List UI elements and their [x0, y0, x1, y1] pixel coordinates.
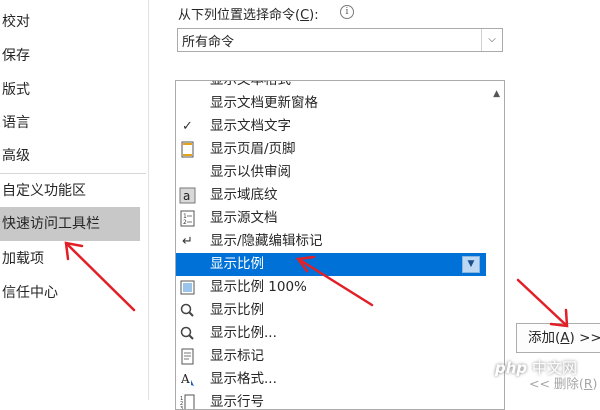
format-icon: A: [179, 371, 196, 388]
paragraph-mark-icon: ↵: [182, 234, 193, 249]
nav-item-add-ins[interactable]: 加载项: [0, 242, 140, 276]
list-item[interactable]: 123 显示行号 ▶: [176, 391, 498, 410]
list-item[interactable]: 显示文档更新窗格: [176, 92, 486, 115]
list-item[interactable]: ↵ 显示/隐藏编辑标记: [176, 230, 486, 253]
nav-item-advanced[interactable]: 高级: [0, 139, 140, 173]
list-item[interactable]: 显示比例...: [176, 322, 486, 345]
list-item[interactable]: 显示标记 ▶: [176, 345, 498, 368]
svg-text:a: a: [183, 189, 190, 203]
svg-text:2: 2: [183, 219, 187, 226]
info-icon[interactable]: i: [340, 5, 354, 19]
add-button[interactable]: 添加(A) >>: [516, 323, 600, 353]
header-footer-icon: [179, 141, 196, 158]
magnifier-icon: [179, 302, 196, 319]
magnifier-icon: [179, 325, 196, 342]
list-item[interactable]: 显示比例: [176, 299, 486, 322]
nav-item-customize-ribbon[interactable]: 自定义功能区: [0, 174, 140, 208]
nav-item-proofing[interactable]: 校对: [0, 5, 140, 39]
list-item-selected[interactable]: 显示比例 ▼: [176, 253, 486, 276]
scroll-up-icon[interactable]: ▲: [493, 89, 500, 99]
list-item[interactable]: 显示文本格式: [176, 81, 486, 92]
list-item[interactable]: A 显示格式...: [176, 368, 486, 391]
zoom-dropdown-icon[interactable]: ▼: [462, 256, 480, 273]
arrow-to-add-button: [516, 278, 568, 327]
choose-commands-label: 从下列位置选择命令(C):: [178, 8, 319, 23]
checkmark-icon: ✓: [182, 119, 193, 134]
field-shading-icon: a: [179, 187, 196, 204]
list-item[interactable]: 显示比例 100%: [176, 276, 486, 299]
choose-commands-value: 所有命令: [182, 35, 235, 50]
list-item[interactable]: 显示以供审阅 ▶: [176, 161, 498, 184]
nav-item-trust-center[interactable]: 信任中心: [0, 276, 140, 310]
line-numbers-icon: 123: [179, 394, 196, 410]
list-item[interactable]: a 显示域底纹: [176, 184, 486, 207]
zoom-100-icon: [179, 279, 196, 296]
commands-list[interactable]: 显示文本格式 显示文档更新窗格 ✓ 显示文档文字 显示页眉/页脚 显示以供审阅 …: [175, 80, 505, 410]
list-item[interactable]: ✓ 显示文档文字: [176, 115, 486, 138]
chevron-down-icon[interactable]: ⌵: [481, 29, 502, 51]
php-watermark: php 中文网: [495, 359, 577, 377]
source-document-icon: 12: [179, 210, 196, 227]
svg-text:3: 3: [180, 406, 183, 410]
choose-commands-dropdown[interactable]: 所有命令 ⌵: [177, 28, 503, 52]
list-item[interactable]: 12 显示源文档 ▶: [176, 207, 498, 230]
svg-text:A: A: [180, 372, 190, 386]
markup-icon: [179, 348, 196, 365]
options-nav: 校对 保存 版式 语言 高级 自定义功能区 快速访问工具栏 加载项 信任中心: [0, 0, 146, 400]
nav-item-save[interactable]: 保存: [0, 39, 140, 73]
nav-item-language[interactable]: 语言: [0, 106, 140, 140]
list-item[interactable]: 显示页眉/页脚: [176, 138, 486, 161]
nav-item-quick-access-toolbar[interactable]: 快速访问工具栏: [0, 207, 140, 241]
nav-separator: [148, 0, 149, 400]
nav-item-layout[interactable]: 版式: [0, 73, 140, 107]
